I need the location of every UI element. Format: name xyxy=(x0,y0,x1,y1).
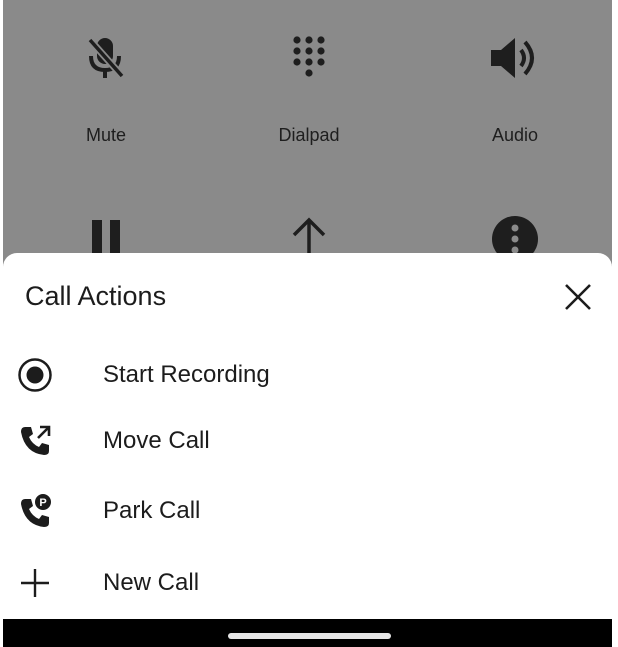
new-call-action[interactable]: New Call xyxy=(3,553,612,613)
audio-label: Audio xyxy=(491,125,539,145)
park-call-label: Park Call xyxy=(103,497,201,524)
mic-off-icon xyxy=(87,37,125,79)
dialpad-icon xyxy=(293,36,325,77)
start-recording-label: Start Recording xyxy=(103,361,270,388)
navigation-bar xyxy=(3,619,612,647)
screen: Mute Dialpad Audio Call Actions Start Re… xyxy=(0,0,618,647)
speaker-icon xyxy=(491,38,534,78)
call-controls-backdrop[interactable]: Mute Dialpad Audio xyxy=(3,0,612,270)
pause-icon xyxy=(92,220,120,258)
park-call-action[interactable]: P Park Call xyxy=(3,481,612,541)
svg-text:P: P xyxy=(39,497,46,509)
close-icon xyxy=(565,284,591,310)
close-button[interactable] xyxy=(558,277,598,317)
start-recording-action[interactable]: Start Recording xyxy=(3,345,612,405)
home-indicator[interactable] xyxy=(228,633,391,639)
call-actions-sheet: Call Actions Start Recording Move Call P… xyxy=(3,253,612,619)
record-icon xyxy=(18,358,52,392)
move-call-action[interactable]: Move Call xyxy=(3,411,612,471)
new-call-label: New Call xyxy=(103,569,200,596)
arrow-up-icon xyxy=(292,217,326,258)
phone-move-icon xyxy=(21,425,51,455)
dialpad-label: Dialpad xyxy=(278,125,340,145)
sheet-title: Call Actions xyxy=(25,281,167,311)
move-call-label: Move Call xyxy=(103,427,210,454)
phone-park-icon: P xyxy=(21,494,51,527)
plus-icon xyxy=(21,569,49,597)
mute-label: Mute xyxy=(85,125,127,145)
